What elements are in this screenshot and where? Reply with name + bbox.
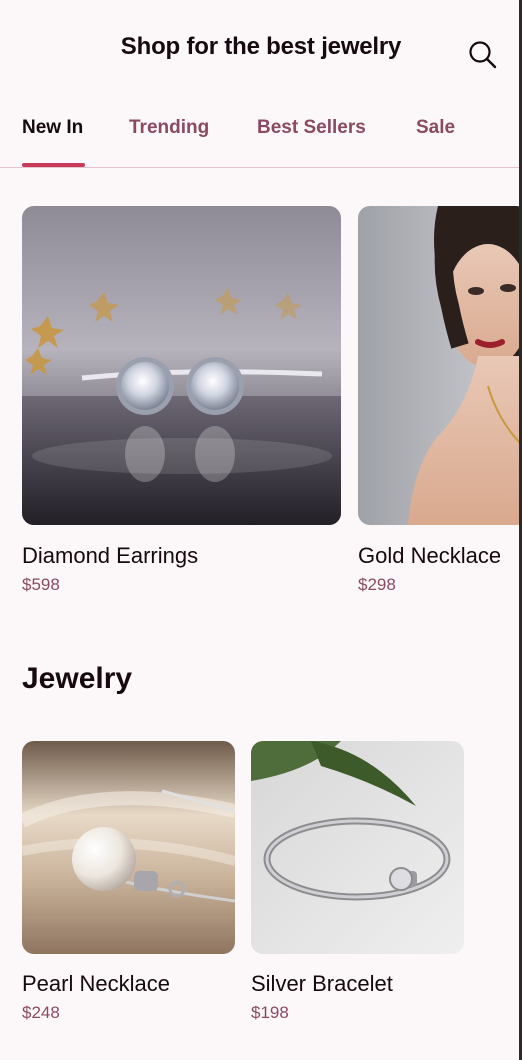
tab-sale[interactable]: Sale [416,117,455,139]
app-screen: Shop for the best jewelry New In Trendin… [0,0,522,1060]
tab-best-sellers[interactable]: Best Sellers [257,117,366,139]
search-icon [469,41,497,69]
product-name[interactable]: Gold Necklace [358,543,501,569]
search-button[interactable] [466,38,498,70]
category-tabs: New In Trending Best Sellers Sale [0,108,519,168]
diamond-earrings-image[interactable] [22,206,341,525]
pearl-necklace-image[interactable] [22,741,235,954]
product-price: $598 [22,575,60,594]
product-name[interactable]: Pearl Necklace [22,971,170,997]
product-price: $298 [358,575,396,594]
product-price: $198 [251,1003,289,1022]
page-title: Shop for the best jewelry [120,33,402,60]
tab-new-in[interactable]: New In [22,117,83,139]
product-name[interactable]: Diamond Earrings [22,543,198,569]
active-tab-indicator [22,163,85,167]
gold-necklace-image[interactable] [358,206,522,525]
section-title: Jewelry [22,662,133,695]
silver-bracelet-image[interactable] [251,741,464,954]
product-name[interactable]: Silver Bracelet [251,971,393,997]
product-price: $248 [22,1003,60,1022]
tab-trending[interactable]: Trending [129,117,209,139]
